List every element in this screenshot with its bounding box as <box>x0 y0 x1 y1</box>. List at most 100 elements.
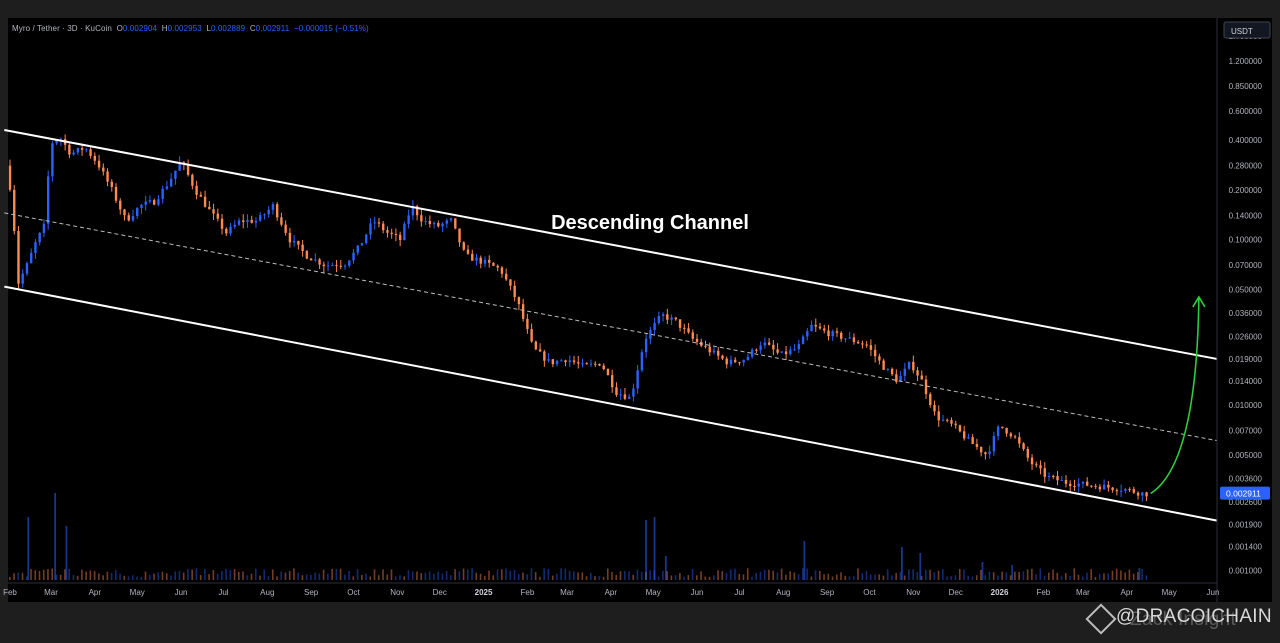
volume-bar <box>539 576 541 580</box>
candle <box>890 368 894 375</box>
volume-bar <box>585 576 588 580</box>
volume-bar <box>331 568 333 580</box>
price-tick-label: 0.200000 <box>1229 186 1263 195</box>
candle <box>165 186 169 189</box>
candle <box>509 279 512 286</box>
candle <box>246 219 249 222</box>
volume-bar <box>276 576 278 580</box>
volume-bar <box>865 570 868 580</box>
candle <box>292 240 296 243</box>
candle <box>106 171 109 182</box>
candle <box>704 345 707 347</box>
volume-bar <box>1001 571 1003 580</box>
candle <box>275 204 279 218</box>
volume-bar <box>288 571 291 580</box>
candle <box>712 350 716 353</box>
candle <box>1085 481 1089 486</box>
volume-bar <box>509 570 512 580</box>
price-axis: 1.7000001.2000000.8500000.6000000.400000… <box>1216 18 1272 602</box>
candle <box>521 304 525 319</box>
candle <box>738 362 741 364</box>
volume-spike <box>54 493 57 580</box>
volume-bar <box>1039 568 1042 580</box>
volume-bar <box>339 568 342 580</box>
candle <box>984 452 987 455</box>
volume-bar <box>271 569 274 580</box>
candle <box>691 332 694 339</box>
candle <box>564 360 567 363</box>
volume-bar <box>212 570 215 580</box>
candle <box>1115 490 1119 492</box>
candle <box>462 242 465 250</box>
time-tick-label: Dec <box>433 588 447 597</box>
candle <box>742 360 745 363</box>
binance-logo-icon <box>1085 603 1117 635</box>
candle <box>517 297 521 305</box>
volume-bar <box>246 575 249 580</box>
volume-bar <box>280 571 283 580</box>
volume-bar <box>793 572 796 580</box>
chart-svg[interactable]: 1.7000001.2000000.8500000.6000000.400000… <box>0 0 1280 643</box>
candle <box>318 259 321 265</box>
volume-bar <box>500 569 503 580</box>
volume-bar <box>356 569 359 580</box>
volume-bar <box>1124 572 1126 580</box>
volume-bar <box>1035 574 1037 580</box>
time-tick-label: Nov <box>906 588 920 597</box>
volume-bar <box>819 571 821 580</box>
candle <box>1128 489 1131 491</box>
candle <box>428 221 432 225</box>
volume-bar <box>776 572 779 580</box>
volume-bar <box>1132 573 1135 580</box>
candle <box>89 149 92 156</box>
candle <box>114 186 118 201</box>
candle <box>615 387 618 395</box>
volume-bar <box>950 576 953 580</box>
candle <box>80 148 84 150</box>
candle <box>755 349 758 351</box>
time-tick-label: Mar <box>560 588 574 597</box>
candle <box>865 344 868 346</box>
candle <box>390 232 393 234</box>
volume-bar <box>763 570 766 580</box>
volume-bar <box>662 570 664 580</box>
volume-bar <box>1073 568 1076 580</box>
candle <box>789 349 792 355</box>
volume-bar <box>174 571 176 580</box>
candle <box>348 260 351 266</box>
candle <box>398 234 402 241</box>
candle <box>606 369 610 376</box>
volume-bar <box>797 574 800 580</box>
volume-bar <box>623 570 626 580</box>
volume-bar <box>76 575 79 580</box>
volume-bar <box>547 568 550 580</box>
volume-bar <box>844 575 847 580</box>
candle <box>152 200 156 205</box>
channel-lower-line <box>4 285 1224 523</box>
volume-spike <box>645 520 647 580</box>
candle <box>1107 484 1110 488</box>
volume-bar <box>416 571 418 580</box>
volume-bar <box>526 574 528 580</box>
candle <box>924 379 928 395</box>
candle <box>466 249 470 254</box>
volume-bar <box>195 568 198 580</box>
candle <box>13 189 16 231</box>
candle <box>263 214 266 216</box>
candle <box>458 228 461 243</box>
volume-bar <box>1137 572 1139 580</box>
candle <box>475 257 478 261</box>
candle <box>1005 427 1008 434</box>
candle <box>543 351 546 361</box>
candle <box>954 423 957 426</box>
volume-bar <box>721 571 724 580</box>
currency-badge[interactable]: USDT <box>1223 21 1271 39</box>
volume-bar <box>551 575 554 580</box>
price-tick-label: 0.010000 <box>1229 401 1263 410</box>
volume-bar <box>42 569 45 580</box>
volume-bar <box>131 575 134 580</box>
volume-bar <box>568 570 571 580</box>
candle <box>131 216 135 221</box>
time-tick-label: Mar <box>44 588 58 597</box>
candle <box>810 324 813 332</box>
